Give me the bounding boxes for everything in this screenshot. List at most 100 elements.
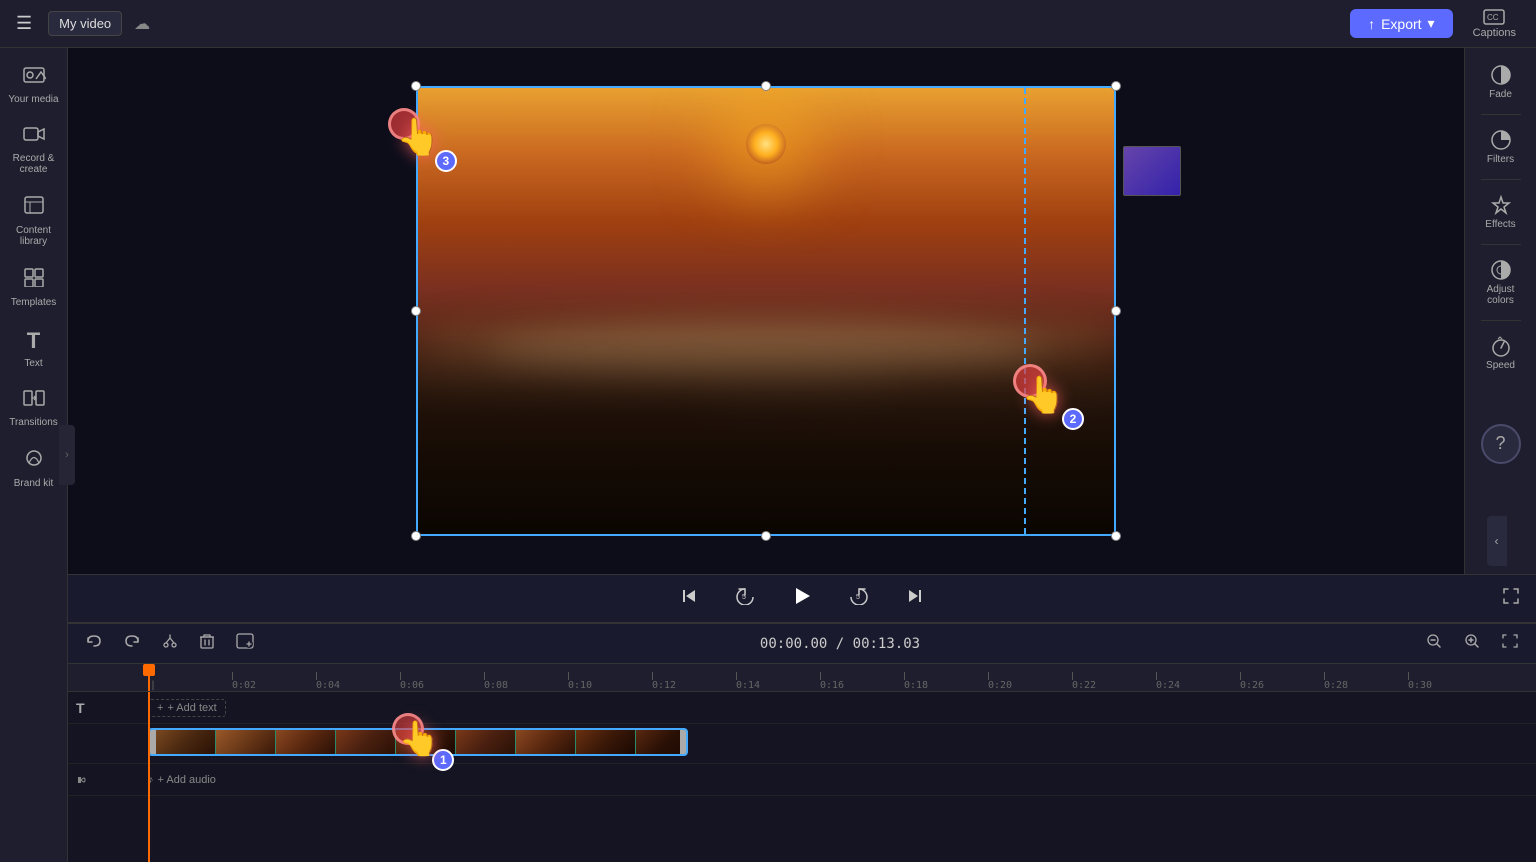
rewind-5s-button[interactable]: 5 — [727, 583, 763, 614]
sidebar-item-content-library[interactable]: Content library — [4, 187, 64, 255]
clip-thumb-2 — [216, 730, 276, 754]
add-audio-button[interactable]: ♪ + Add audio — [148, 774, 216, 786]
timeline-tracks[interactable]: T + + Add text — [68, 692, 1536, 862]
tree-silhouette — [418, 333, 1114, 534]
add-text-label: + Add text — [167, 702, 216, 714]
sidebar-item-brand-kit[interactable]: Brand kit — [4, 440, 64, 497]
fit-to-window-button[interactable] — [1496, 630, 1524, 657]
clip-thumb-5 — [396, 730, 456, 754]
right-panel-effects[interactable]: Effects — [1469, 186, 1533, 238]
clip-thumb-6 — [456, 730, 516, 754]
rewind-5s-icon: 5 — [735, 587, 755, 605]
ruler-mark-15: 0:30 — [1408, 672, 1492, 691]
right-panel-filters[interactable]: Filters — [1469, 121, 1533, 173]
zoom-in-button[interactable] — [1458, 630, 1486, 657]
skip-to-start-button[interactable] — [673, 583, 707, 614]
export-button[interactable]: ↑ Export ▾ — [1350, 9, 1453, 38]
redo-button[interactable] — [118, 631, 146, 656]
selection-handle-rm[interactable] — [1111, 306, 1121, 316]
ruler-marks: | 0:02 0:04 0:06 — [68, 664, 1536, 691]
center-area: 16:9 — [68, 48, 1536, 862]
left-sidebar: Your media Record &create Content librar… — [0, 48, 68, 862]
sidebar-item-record[interactable]: Record &create — [4, 117, 64, 183]
fade-icon — [1490, 64, 1512, 86]
help-button[interactable]: ? — [1481, 424, 1521, 464]
selection-handle-br[interactable] — [1111, 531, 1121, 541]
play-pause-button[interactable] — [783, 581, 821, 617]
track-audio-label — [68, 773, 148, 787]
right-panel-divider-4 — [1481, 320, 1521, 321]
fullscreen-button[interactable] — [1502, 587, 1520, 610]
clip-thumb-1 — [156, 730, 216, 754]
mini-thumbnail — [1123, 146, 1181, 196]
playback-bar: 5 5 — [68, 574, 1536, 622]
add-audio-label: + Add audio — [158, 774, 216, 786]
preview-canvas[interactable]: 16:9 — [68, 48, 1464, 574]
cloud-save-icon: ☁ — [134, 14, 150, 34]
selection-handle-bm[interactable] — [761, 531, 771, 541]
right-panel-speed[interactable]: Speed — [1469, 327, 1533, 379]
video-title[interactable]: My video — [48, 11, 122, 36]
cut-button[interactable] — [156, 630, 184, 657]
adjust-colors-icon — [1490, 259, 1512, 281]
sidebar-item-your-media[interactable]: Your media — [4, 56, 64, 113]
sidebar-item-text[interactable]: T Text — [4, 320, 64, 377]
music-icon: ♪ — [148, 774, 154, 786]
sidebar-item-transitions[interactable]: Transitions — [4, 381, 64, 436]
ruler-mark-5: 0:10 — [568, 672, 652, 691]
add-text-button[interactable]: + + Add text — [148, 699, 226, 717]
right-panel-adjust-colors[interactable]: Adjust colors — [1469, 251, 1533, 314]
video-clip[interactable] — [148, 728, 688, 756]
sidebar-label-your-media: Your media — [8, 94, 58, 105]
fullscreen-icon — [1502, 587, 1520, 605]
skip-end-icon — [905, 587, 923, 605]
ruler-mark-2: 0:04 — [316, 672, 400, 691]
ruler-mark-8: 0:16 — [820, 672, 904, 691]
ruler-mark-13: 0:26 — [1240, 672, 1324, 691]
captions-button[interactable]: CC Captions — [1465, 9, 1524, 39]
right-tools-panel: Fade Filters Effects — [1464, 48, 1536, 574]
add-to-timeline-button[interactable] — [230, 630, 260, 657]
clip-thumbnails — [156, 730, 680, 754]
skip-to-end-button[interactable] — [897, 583, 931, 614]
menu-button[interactable]: ☰ — [12, 9, 36, 38]
forward-5s-button[interactable]: 5 — [841, 583, 877, 614]
timeline-ruler[interactable]: | 0:02 0:04 0:06 — [68, 664, 1536, 692]
sidebar-collapse-handle[interactable]: › — [59, 425, 75, 485]
sidebar-item-templates[interactable]: Templates — [4, 259, 64, 316]
sidebar-label-content-library: Content library — [8, 225, 60, 247]
video-frame[interactable]: 👆 3 👆 2 — [416, 86, 1116, 536]
timeline-body: | 0:02 0:04 0:06 — [68, 664, 1536, 862]
ruler-mark-14: 0:28 — [1324, 672, 1408, 691]
right-panel-divider-3 — [1481, 244, 1521, 245]
ruler-mark-9: 0:18 — [904, 672, 988, 691]
clip-thumb-8 — [576, 730, 636, 754]
track-text-content[interactable]: + + Add text — [148, 692, 1536, 723]
selection-handle-tl[interactable] — [411, 81, 421, 91]
track-video-content[interactable]: 👆 1 — [148, 724, 1536, 764]
right-panel-divider-2 — [1481, 179, 1521, 180]
undo-button[interactable] — [80, 631, 108, 656]
track-audio-content[interactable]: ♪ + Add audio — [148, 764, 1536, 795]
captions-icon: CC — [1483, 9, 1505, 25]
delete-button[interactable] — [194, 630, 220, 657]
selection-handle-lm[interactable] — [411, 306, 421, 316]
preview-section: 16:9 — [68, 48, 1536, 574]
selection-handle-bl[interactable] — [411, 531, 421, 541]
selection-handle-tm[interactable] — [761, 81, 771, 91]
clip-right-handle[interactable] — [680, 730, 686, 754]
forward-5s-icon: 5 — [849, 587, 869, 605]
export-icon: ↑ — [1368, 16, 1375, 32]
zoom-out-button[interactable] — [1420, 630, 1448, 657]
selection-handle-tr[interactable] — [1111, 81, 1121, 91]
ruler-mark-4: 0:08 — [484, 672, 568, 691]
timeline-playhead-ruler — [148, 664, 150, 691]
right-panel-collapse[interactable]: ‹ — [1487, 516, 1507, 566]
speed-icon — [1490, 335, 1512, 357]
audio-icon — [76, 773, 90, 787]
ruler-mark-3: 0:06 — [400, 672, 484, 691]
track-text-label: T — [68, 700, 148, 716]
clip-thumb-7 — [516, 730, 576, 754]
skip-start-icon — [681, 587, 699, 605]
right-panel-fade[interactable]: Fade — [1469, 56, 1533, 108]
